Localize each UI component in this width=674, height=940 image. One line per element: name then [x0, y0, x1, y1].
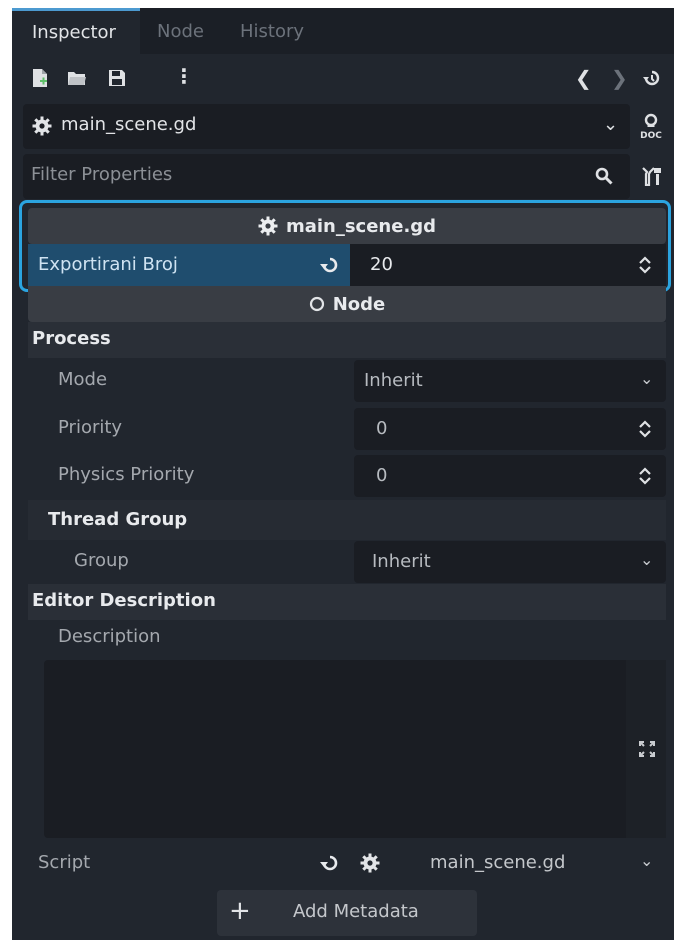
- priority-spin-arrows-icon[interactable]: [638, 420, 652, 438]
- node-circle-icon: [309, 296, 325, 312]
- add-metadata-button[interactable]: + Add Metadata: [217, 890, 477, 936]
- inspector-toolbar: ⋮ ❮ ❯: [12, 54, 674, 104]
- tab-menu-icon[interactable]: ⋮: [667, 17, 674, 33]
- exported-property-label: Exportirani Broj: [38, 254, 178, 275]
- script-section-title: main_scene.gd: [285, 215, 437, 237]
- script-section-header[interactable]: main_scene.gd: [28, 208, 666, 244]
- node-section-header[interactable]: Node: [28, 286, 666, 322]
- inspector-window: Inspector Node History ⋮ ⋮ ❮ ❯ main_scen…: [0, 0, 674, 940]
- script-gear-icon-small: [360, 853, 380, 873]
- thread-group-title: Thread Group: [48, 509, 188, 530]
- script-chevron-down-icon: ⌄: [640, 851, 654, 870]
- description-side-panel: [626, 660, 666, 838]
- script-label: Script: [38, 852, 91, 873]
- script-resource-picker[interactable]: main_scene.gd ⌄: [398, 842, 666, 884]
- expand-icon[interactable]: [638, 740, 656, 758]
- add-metadata-label: Add Metadata: [293, 901, 419, 922]
- mode-value: Inherit: [364, 370, 423, 391]
- group-value: Inherit: [372, 551, 431, 572]
- tab-node-label: Node: [157, 20, 204, 42]
- revert-icon[interactable]: [320, 256, 340, 274]
- editor-description-title: Editor Description: [32, 590, 216, 611]
- filter-placeholder: Filter Properties: [31, 164, 173, 185]
- thread-group-header[interactable]: Thread Group: [28, 500, 666, 540]
- description-label-row: Description: [28, 620, 666, 660]
- description-textarea[interactable]: [44, 660, 626, 838]
- description-label: Description: [58, 626, 161, 647]
- filter-properties-input[interactable]: Filter Properties: [23, 154, 630, 199]
- exported-property-label-cell[interactable]: Exportirani Broj: [28, 244, 350, 286]
- process-group-header[interactable]: Process: [28, 322, 666, 358]
- search-icon: [595, 167, 613, 185]
- group-label: Group: [74, 550, 129, 571]
- forward-icon[interactable]: ❯: [611, 66, 628, 90]
- save-icon[interactable]: [108, 69, 126, 87]
- group-row: Group Inherit ⌄: [28, 540, 666, 584]
- history-icon[interactable]: [642, 69, 662, 87]
- exported-property-value: 20: [370, 254, 393, 275]
- physics-priority-spinbox[interactable]: 0: [354, 455, 666, 497]
- new-resource-icon[interactable]: [32, 68, 48, 88]
- physics-priority-label: Physics Priority: [58, 464, 195, 485]
- editor-description-header[interactable]: Editor Description: [28, 584, 666, 620]
- property-tools-icon[interactable]: [641, 166, 663, 186]
- tab-history[interactable]: History: [240, 8, 304, 54]
- tab-node[interactable]: Node: [157, 8, 204, 54]
- physics-priority-spin-arrows-icon[interactable]: [638, 467, 652, 485]
- svg-text:DOC: DOC: [640, 131, 662, 141]
- mode-row: Mode Inherit ⌄: [28, 358, 666, 404]
- spin-arrows-icon[interactable]: [638, 256, 652, 274]
- priority-spinbox[interactable]: 0: [354, 408, 666, 450]
- open-folder-icon[interactable]: [67, 70, 87, 86]
- priority-value: 0: [376, 418, 388, 439]
- script-revert-icon[interactable]: [320, 854, 340, 872]
- plus-icon: +: [229, 896, 251, 926]
- script-value: main_scene.gd: [430, 852, 566, 873]
- process-title: Process: [32, 328, 111, 349]
- tab-inspector-label: Inspector: [32, 22, 116, 43]
- tab-bar: Inspector Node History ⋮: [12, 8, 674, 54]
- resource-selector[interactable]: main_scene.gd ⌄: [23, 104, 630, 149]
- mode-chevron-down-icon: ⌄: [640, 369, 654, 388]
- tab-inspector[interactable]: Inspector: [12, 8, 140, 54]
- physics-priority-row: Physics Priority 0: [28, 452, 666, 500]
- exported-property-spinbox[interactable]: 20: [350, 244, 666, 286]
- node-section-title: Node: [332, 293, 386, 315]
- resource-name: main_scene.gd: [61, 114, 197, 135]
- group-dropdown[interactable]: Inherit ⌄: [354, 541, 666, 583]
- mode-label: Mode: [58, 369, 108, 390]
- script-row: Script main_scene.gd ⌄: [28, 840, 666, 886]
- chevron-down-icon: ⌄: [603, 114, 619, 135]
- gear-icon: [32, 116, 52, 136]
- physics-priority-value: 0: [376, 465, 388, 486]
- priority-label: Priority: [58, 417, 123, 438]
- script-gear-icon: [258, 216, 278, 236]
- mode-dropdown[interactable]: Inherit ⌄: [354, 360, 666, 402]
- group-chevron-down-icon: ⌄: [640, 550, 654, 569]
- open-documentation-icon[interactable]: DOC: [638, 112, 664, 142]
- more-options-icon[interactable]: ⋮: [174, 64, 194, 88]
- back-icon[interactable]: ❮: [575, 66, 592, 90]
- priority-row: Priority 0: [28, 404, 666, 452]
- tab-history-label: History: [240, 20, 305, 42]
